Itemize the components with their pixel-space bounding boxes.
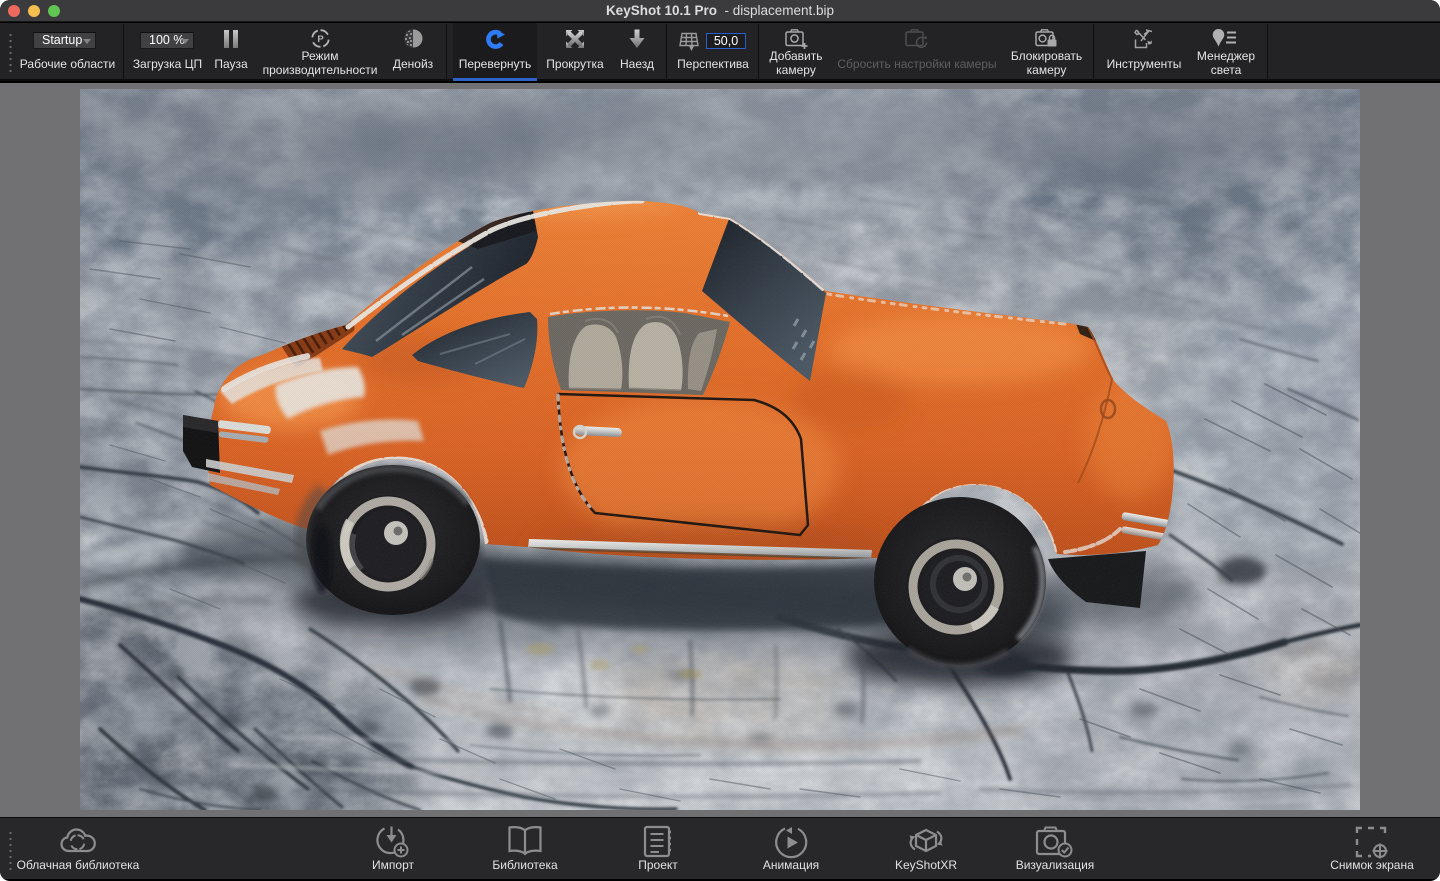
svg-text:P: P — [317, 34, 324, 45]
